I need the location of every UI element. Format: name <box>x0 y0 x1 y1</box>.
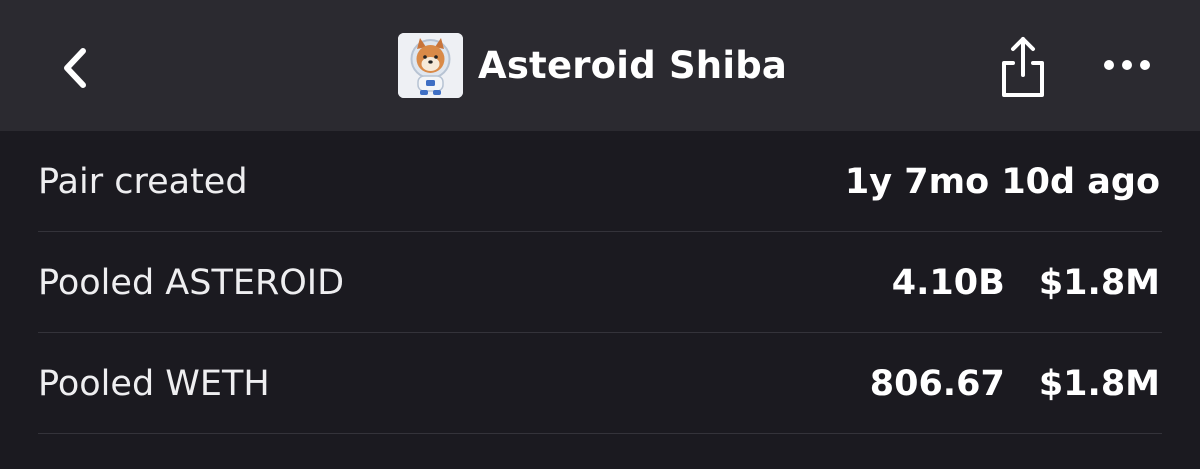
pooled-weth-row: Pooled WETH 806.67 $1.8M <box>0 333 1200 434</box>
shiba-astronaut-logo <box>398 33 463 98</box>
token-logo <box>398 33 463 98</box>
pooled-token-values: 4.10B $1.8M <box>892 263 1160 303</box>
more-options-button[interactable] <box>1094 40 1160 90</box>
share-button[interactable] <box>990 30 1056 102</box>
back-button[interactable] <box>40 28 110 108</box>
pooled-token-amount: 4.10B <box>891 262 1005 303</box>
pooled-token-usd: $1.8M <box>1038 262 1160 303</box>
pooled-weth-usd: $1.8M <box>1038 363 1160 404</box>
pooled-weth-label: Pooled WETH <box>38 363 270 404</box>
pooled-weth-amount: 806.67 <box>869 363 1005 404</box>
top-nav-bar: Asteroid Shiba <box>0 0 1200 131</box>
page-title: Asteroid Shiba <box>478 44 788 87</box>
token-header: Asteroid Shiba <box>398 33 787 98</box>
pair-created-age: 1y 7mo 10d ago <box>844 161 1160 202</box>
pooled-weth-values: 806.67 $1.8M <box>870 364 1160 404</box>
pair-info-list: Pair created 1y 7mo 10d ago Pooled ASTER… <box>0 131 1200 434</box>
pair-created-value: 1y 7mo 10d ago <box>845 162 1160 202</box>
more-horizontal-icon <box>1104 60 1150 70</box>
pooled-token-label: Pooled ASTEROID <box>38 262 345 303</box>
chevron-left-icon <box>64 48 86 88</box>
pooled-token-row: Pooled ASTEROID 4.10B $1.8M <box>0 232 1200 333</box>
pair-created-label: Pair created <box>38 161 248 202</box>
pair-created-row: Pair created 1y 7mo 10d ago <box>0 131 1200 232</box>
share-icon <box>1002 37 1044 97</box>
